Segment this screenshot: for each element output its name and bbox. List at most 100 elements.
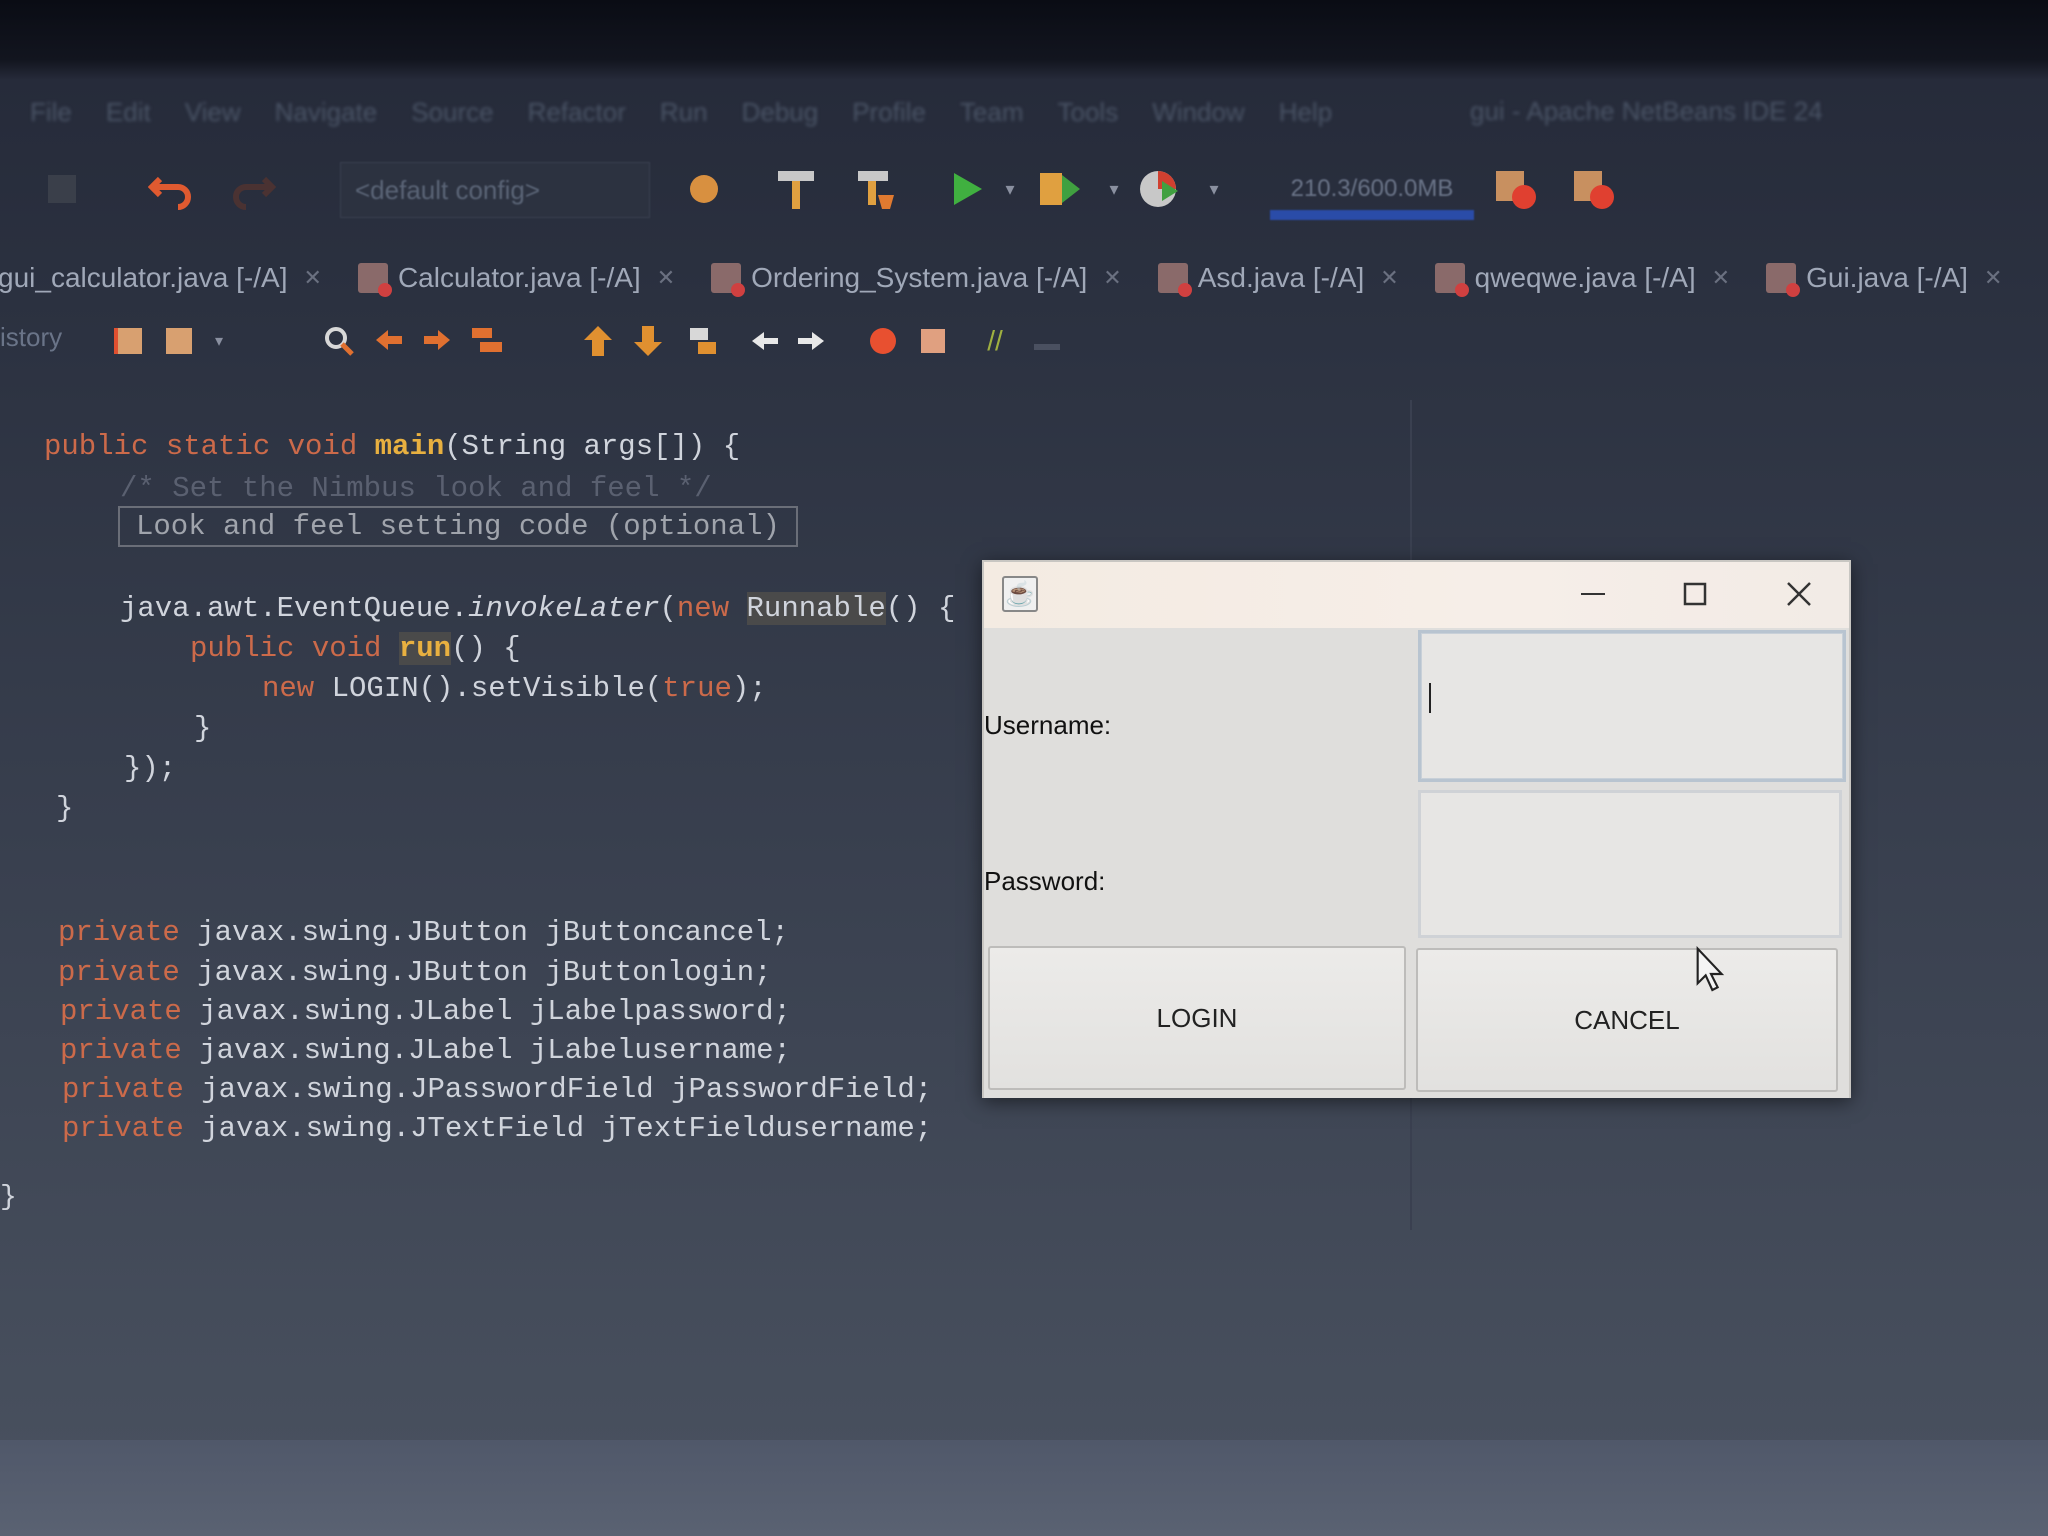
last-edit-icon[interactable] bbox=[110, 322, 148, 360]
back-dropdown-icon[interactable]: ▾ bbox=[200, 322, 238, 360]
folded-code-block[interactable]: Look and feel setting code (optional) bbox=[118, 506, 798, 547]
code-line: public void run() { bbox=[190, 632, 521, 665]
shift-left-icon[interactable] bbox=[746, 322, 784, 360]
comment-icon[interactable]: // bbox=[976, 322, 1014, 360]
dialog-title-bar[interactable]: ☕ bbox=[984, 562, 1849, 628]
status-bar bbox=[0, 1440, 2048, 1536]
menu-team[interactable]: Team bbox=[960, 97, 1024, 128]
java-icon: ☕ bbox=[1002, 576, 1038, 612]
menu-window[interactable]: Window bbox=[1152, 97, 1244, 128]
close-icon[interactable]: ✕ bbox=[1984, 265, 2002, 291]
redo-icon[interactable] bbox=[228, 165, 276, 213]
menu-run[interactable]: Run bbox=[660, 97, 708, 128]
username-label: Username: bbox=[984, 710, 1112, 740]
java-file-icon bbox=[1157, 263, 1192, 297]
editor-toolbar: ▾ // bbox=[0, 318, 2048, 368]
undo-icon[interactable] bbox=[148, 165, 196, 213]
save-all-icon[interactable] bbox=[40, 165, 88, 213]
uncomment-icon[interactable] bbox=[1028, 322, 1066, 360]
editor-tabs: gui_calculator.java [-/A] ✕ Calculator.j… bbox=[0, 250, 2048, 306]
tab-gui[interactable]: Gui.java [-/A] ✕ bbox=[1748, 253, 2020, 303]
next-bookmark-icon[interactable] bbox=[630, 322, 668, 360]
shift-right-icon[interactable] bbox=[792, 322, 830, 360]
menu-view[interactable]: View bbox=[185, 97, 241, 128]
username-input[interactable] bbox=[1418, 630, 1846, 782]
mouse-cursor-icon bbox=[1696, 946, 1725, 992]
menu-tools[interactable]: Tools bbox=[1058, 97, 1119, 128]
menu-edit[interactable]: Edit bbox=[106, 97, 151, 128]
find-next-icon[interactable] bbox=[418, 322, 456, 360]
start-macro-icon[interactable] bbox=[864, 322, 902, 360]
toggle-highlight-icon[interactable] bbox=[468, 322, 506, 360]
code-line: new LOGIN().setVisible(true); bbox=[262, 672, 767, 705]
tab-ordering-system[interactable]: Ordering_System.java [-/A] ✕ bbox=[693, 253, 1140, 303]
screen: File Edit View Navigate Source Refactor … bbox=[0, 0, 2048, 1536]
menu-debug[interactable]: Debug bbox=[742, 97, 819, 128]
close-icon[interactable]: ✕ bbox=[657, 265, 675, 291]
code-line: } bbox=[0, 1182, 17, 1213]
find-icon[interactable] bbox=[320, 322, 358, 360]
java-file-icon bbox=[357, 263, 392, 297]
profile-dropdown-icon[interactable]: ▾ bbox=[1190, 165, 1238, 213]
menu-profile[interactable]: Profile bbox=[852, 97, 926, 128]
run-dropdown-icon[interactable]: ▾ bbox=[986, 165, 1034, 213]
config-select[interactable]: <default config> bbox=[340, 162, 650, 218]
tab-label: Calculator.java [-/A] bbox=[397, 262, 641, 293]
password-label: Password: bbox=[984, 866, 1106, 896]
code-line: private javax.swing.JButton jButtonlogin… bbox=[58, 956, 772, 989]
minimize-icon[interactable] bbox=[1568, 572, 1618, 616]
login-dialog: ☕ Username: Password: LOGIN CANCEL bbox=[982, 560, 1851, 1098]
code-line: private javax.swing.JButton jButtoncance… bbox=[58, 916, 789, 949]
code-line: private javax.swing.JPasswordField jPass… bbox=[62, 1073, 933, 1106]
menu-refactor[interactable]: Refactor bbox=[528, 97, 626, 128]
code-line: private javax.swing.JLabel jLabelpasswor… bbox=[60, 995, 791, 1028]
tab-label: Gui.java [-/A] bbox=[1806, 262, 1968, 293]
java-file-icon bbox=[1766, 263, 1801, 297]
code-line: private javax.swing.JTextField jTextFiel… bbox=[62, 1112, 933, 1145]
code-line: public static void main(String args[]) { bbox=[44, 430, 741, 463]
close-icon[interactable]: ✕ bbox=[304, 265, 322, 291]
prev-bookmark-icon[interactable] bbox=[580, 322, 618, 360]
debug-dropdown-icon[interactable]: ▾ bbox=[1090, 165, 1138, 213]
tab-qweqwe[interactable]: qweqwe.java [-/A] ✕ bbox=[1417, 253, 1748, 303]
password-input[interactable] bbox=[1418, 790, 1842, 938]
menu-navigate[interactable]: Navigate bbox=[275, 97, 378, 128]
code-editor[interactable]: public static void main(String args[]) {… bbox=[0, 420, 1000, 1160]
main-toolbar: ▾ ▾ ▾ bbox=[0, 155, 2048, 227]
find-previous-icon[interactable] bbox=[370, 322, 408, 360]
close-icon[interactable]: ✕ bbox=[1712, 265, 1730, 291]
java-file-icon bbox=[1434, 263, 1469, 297]
profiler-snapshot-icon[interactable] bbox=[1570, 165, 1618, 213]
close-icon[interactable] bbox=[1774, 572, 1824, 616]
window-title: gui - Apache NetBeans IDE 24 bbox=[1470, 96, 1823, 126]
debug-icon[interactable] bbox=[1036, 165, 1084, 213]
code-line: private javax.swing.JLabel jLabelusernam… bbox=[60, 1034, 791, 1067]
project-icon[interactable] bbox=[680, 165, 728, 213]
cancel-button[interactable]: CANCEL bbox=[1416, 948, 1838, 1092]
login-button[interactable]: LOGIN bbox=[988, 946, 1406, 1090]
code-line: } bbox=[56, 792, 74, 825]
code-comment: /* Set the Nimbus look and feel */ bbox=[120, 472, 712, 505]
maximize-icon[interactable] bbox=[1670, 572, 1720, 616]
gc-icon[interactable] bbox=[1492, 165, 1540, 213]
tab-gui-calculator[interactable]: gui_calculator.java [-/A] ✕ bbox=[0, 253, 340, 303]
code-line: }); bbox=[124, 752, 177, 785]
profile-icon[interactable] bbox=[1136, 165, 1184, 213]
code-line: } bbox=[194, 712, 212, 745]
menu-source[interactable]: Source bbox=[411, 97, 493, 128]
toggle-bookmark-icon[interactable] bbox=[684, 322, 722, 360]
tab-asd[interactable]: Asd.java [-/A] ✕ bbox=[1140, 253, 1417, 303]
memory-indicator[interactable]: 210.3/600.0MB bbox=[1270, 168, 1474, 220]
menu-help[interactable]: Help bbox=[1279, 97, 1332, 128]
stop-macro-icon[interactable] bbox=[914, 322, 952, 360]
tab-calculator[interactable]: Calculator.java [-/A] ✕ bbox=[340, 253, 693, 303]
tab-label: Ordering_System.java [-/A] bbox=[751, 262, 1088, 293]
back-icon[interactable] bbox=[160, 322, 198, 360]
run-icon[interactable] bbox=[942, 165, 990, 213]
tab-label: Asd.java [-/A] bbox=[1197, 262, 1365, 293]
clean-build-icon[interactable] bbox=[852, 165, 900, 213]
close-icon[interactable]: ✕ bbox=[1380, 265, 1398, 291]
close-icon[interactable]: ✕ bbox=[1103, 265, 1121, 291]
build-hammer-icon[interactable] bbox=[772, 165, 820, 213]
menu-file[interactable]: File bbox=[30, 97, 72, 128]
